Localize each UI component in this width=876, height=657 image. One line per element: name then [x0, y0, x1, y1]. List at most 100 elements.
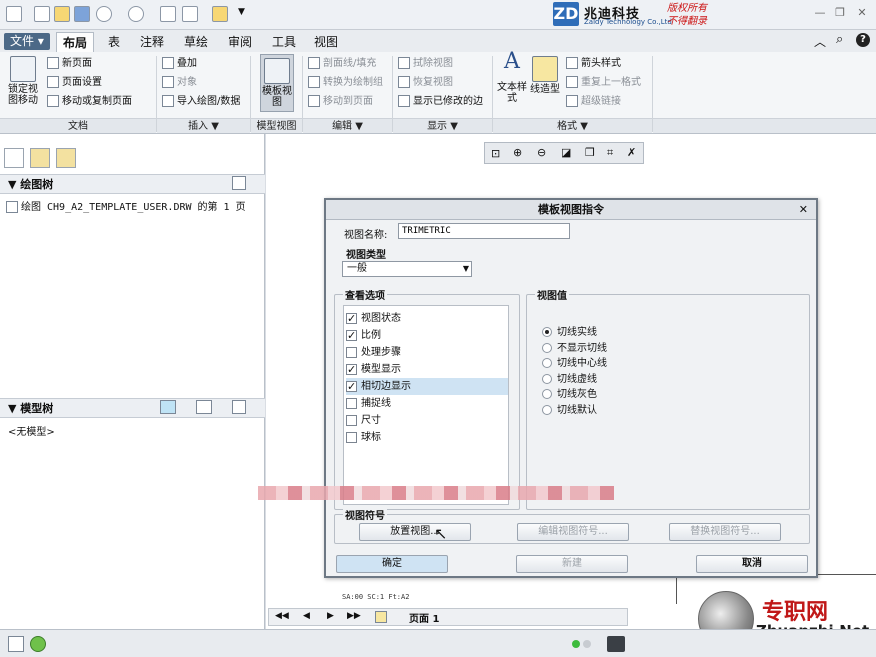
move-to-page-button[interactable]: 移动到页面	[308, 94, 373, 110]
undo-icon[interactable]	[96, 6, 112, 22]
page-setup-button[interactable]: 页面设置	[47, 75, 102, 91]
drawing-tree-item[interactable]: 绘图 CH9_A2_TEMPLATE_USER.DRW 的第 1 页	[6, 198, 246, 213]
ok-button[interactable]: 确定	[336, 555, 448, 573]
tab-table[interactable]: 表	[102, 32, 126, 52]
redo-icon[interactable]	[128, 6, 144, 22]
tab-layout[interactable]: 布局	[56, 32, 95, 52]
tab-tools[interactable]: 工具	[266, 32, 302, 52]
model-display-icon[interactable]	[160, 400, 176, 414]
erase-view-button[interactable]: 拭除视图	[398, 56, 453, 72]
prev-page-icon[interactable]: ◀	[303, 611, 310, 621]
unchecked-box-icon[interactable]	[346, 431, 357, 443]
radio-unselected-icon[interactable]	[542, 373, 552, 384]
repeat-format-button[interactable]: 重复上一格式	[566, 75, 641, 91]
tangent-edge-option-4[interactable]: 切线灰色	[542, 387, 597, 402]
minimize-icon[interactable]: —	[813, 6, 827, 19]
view-option-3[interactable]: 模型显示	[346, 361, 508, 378]
unchecked-box-icon[interactable]	[346, 346, 357, 358]
edit-view-symbol-button[interactable]: 编辑视图符号...	[517, 523, 629, 541]
close-window-icon[interactable]	[212, 6, 228, 22]
radio-selected-icon[interactable]	[542, 327, 552, 337]
repaint-icon[interactable]: ◪	[561, 146, 571, 159]
import-drawing-button[interactable]: 导入绘图/数据	[162, 94, 240, 110]
show-navigator-icon[interactable]	[8, 636, 24, 652]
view-option-0[interactable]: 视图状态	[346, 310, 508, 327]
last-page-icon[interactable]: ▶▶	[347, 611, 361, 621]
object-button[interactable]: 对象	[162, 75, 197, 91]
cancel-button[interactable]: 取消	[696, 555, 808, 573]
customize-dropdown-icon[interactable]: ▼	[238, 7, 245, 17]
unchecked-box-icon[interactable]	[346, 414, 357, 426]
checked-box-icon[interactable]	[346, 361, 357, 378]
view-option-5[interactable]: 捕捉线	[346, 395, 508, 412]
tangent-edge-option-5[interactable]: 切线默认	[542, 403, 597, 418]
arrow-style-button[interactable]: 箭头样式	[566, 56, 621, 72]
group-display[interactable]: 显示 ▼	[393, 118, 492, 133]
close-icon[interactable]: ✕	[855, 6, 869, 19]
hatch-fill-button[interactable]: 剖面线/填充	[308, 56, 376, 72]
show-modified-edges-button[interactable]: 显示已修改的边	[398, 94, 483, 110]
open-folder-icon[interactable]	[54, 6, 70, 22]
windows-icon[interactable]	[182, 6, 198, 22]
checked-box-icon[interactable]	[346, 310, 357, 327]
view-option-6[interactable]: 尺寸	[346, 412, 508, 429]
view-option-2[interactable]: 处理步骤	[346, 344, 508, 361]
new-file-icon[interactable]	[34, 6, 50, 22]
radio-unselected-icon[interactable]	[542, 389, 552, 399]
new-button[interactable]: 新建	[516, 555, 628, 573]
tangent-edge-option-3[interactable]: 切线虚线	[542, 372, 597, 387]
place-view-button[interactable]: 放置视图...	[359, 523, 471, 541]
restore-icon[interactable]: ❐	[833, 6, 847, 19]
page-tab[interactable]: 页面 1	[409, 610, 439, 625]
display-style-icon[interactable]: ❒	[585, 146, 595, 159]
drawing-tree-header[interactable]: ▼ 绘图树	[0, 174, 265, 194]
help-icon[interactable]: ?	[856, 33, 870, 47]
text-style-button[interactable]: A 文本样式	[496, 51, 528, 105]
tree-settings-icon[interactable]	[232, 176, 246, 190]
find-icon[interactable]	[607, 636, 625, 652]
datum-display-icon[interactable]: ⌗	[607, 146, 613, 160]
dialog-close-icon[interactable]: ✕	[799, 203, 808, 216]
first-page-icon[interactable]: ◀◀	[275, 611, 289, 621]
model-tree-settings-icon[interactable]	[232, 400, 246, 414]
app-icon[interactable]	[6, 6, 22, 22]
view-option-1[interactable]: 比例	[346, 327, 508, 344]
regenerate-icon[interactable]	[160, 6, 176, 22]
view-name-input[interactable]	[398, 223, 570, 239]
template-view-button[interactable]: 模板视图	[260, 54, 294, 112]
unchecked-box-icon[interactable]	[346, 397, 357, 409]
tree-tab-icon[interactable]	[4, 148, 24, 168]
checked-box-icon[interactable]	[346, 378, 357, 395]
tab-review[interactable]: 审阅	[222, 32, 258, 52]
tab-annotate[interactable]: 注释	[134, 32, 170, 52]
hyperlink-button[interactable]: 超级链接	[566, 94, 621, 110]
save-icon[interactable]	[74, 6, 90, 22]
annotation-display-icon[interactable]: ✗	[627, 146, 636, 159]
radio-unselected-icon[interactable]	[542, 404, 552, 415]
tab-view[interactable]: 视图	[308, 32, 344, 52]
line-style-button[interactable]: 线造型	[530, 56, 560, 95]
tab-sketch[interactable]: 草绘	[178, 32, 214, 52]
lock-view-move-button[interactable]: 锁定视图移动	[4, 56, 42, 106]
move-copy-page-button[interactable]: 移动或复制页面	[47, 94, 132, 110]
group-edit[interactable]: 编辑 ▼	[303, 118, 392, 133]
group-format[interactable]: 格式 ▼	[493, 118, 652, 133]
checked-box-icon[interactable]	[346, 327, 357, 344]
tools-icon[interactable]	[196, 400, 212, 414]
browser-icon[interactable]	[30, 636, 46, 652]
convert-draft-group-button[interactable]: 转换为绘制组	[308, 75, 383, 91]
restore-view-button[interactable]: 恢复视图	[398, 75, 453, 91]
view-option-4[interactable]: 相切边显示	[346, 378, 508, 395]
group-insert[interactable]: 插入 ▼	[157, 118, 250, 133]
tangent-edge-option-0[interactable]: 切线实线	[542, 325, 597, 340]
view-option-7[interactable]: 球标	[346, 429, 508, 446]
tangent-edge-option-1[interactable]: 不显示切线	[542, 341, 607, 356]
search-icon[interactable]: ⌕	[836, 32, 843, 47]
favorites-tab-icon[interactable]	[56, 148, 76, 168]
model-tree-header[interactable]: ▼ 模型树	[0, 398, 265, 418]
radio-unselected-icon[interactable]	[542, 342, 552, 353]
view-type-select[interactable]: 一般 ▼	[342, 261, 472, 277]
radio-unselected-icon[interactable]	[542, 358, 552, 368]
zoom-in-icon[interactable]: ⊕	[513, 146, 522, 159]
next-page-icon[interactable]: ▶	[327, 611, 334, 621]
